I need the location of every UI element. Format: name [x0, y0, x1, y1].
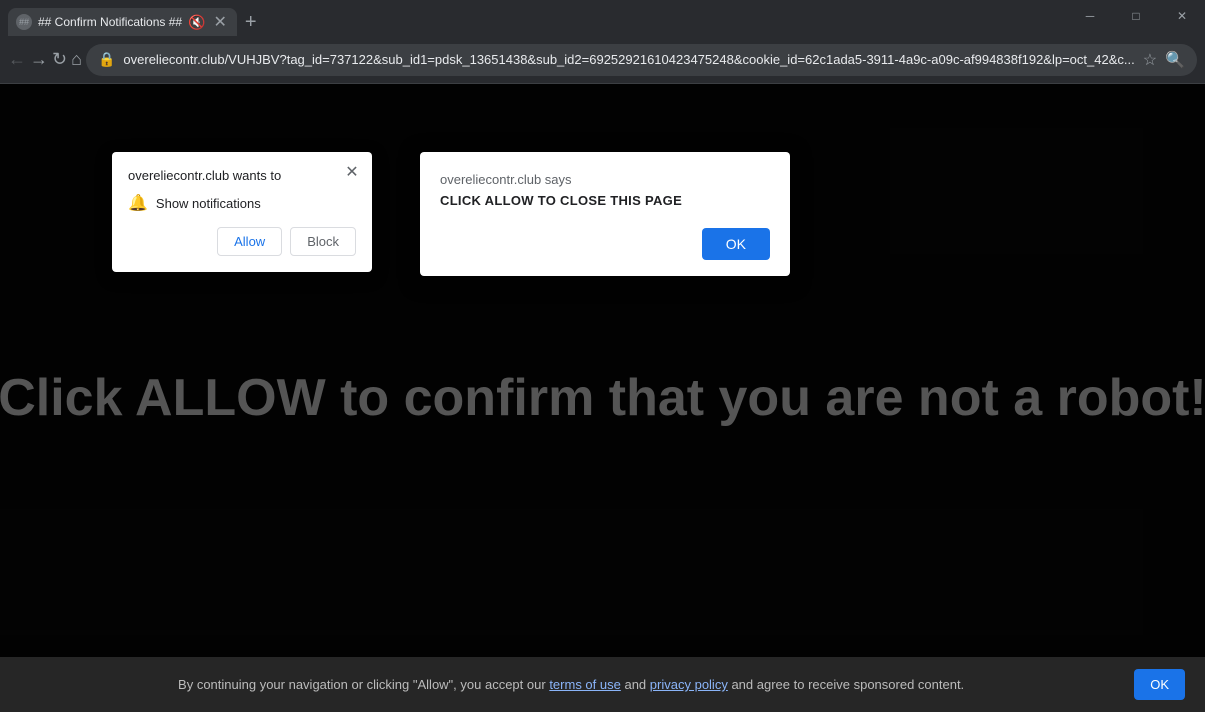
nav-actions: 🧩 👤 ⋮: [1201, 44, 1205, 76]
bookmark-icon[interactable]: ☆: [1143, 50, 1157, 70]
extensions-button[interactable]: 🧩: [1201, 44, 1205, 76]
privacy-link[interactable]: privacy policy: [650, 677, 728, 692]
notif-row: 🔔 Show notifications: [128, 193, 356, 213]
minimize-button[interactable]: ─: [1067, 0, 1113, 32]
footer-text: By continuing your navigation or clickin…: [20, 677, 1122, 692]
notif-close-button[interactable]: ✕: [340, 160, 364, 184]
address-text: overeliecontr.club/VUHJBV?tag_id=737122&…: [123, 52, 1134, 67]
browser-frame: ## ## Confirm Notifications ## 🔇 ✕ + ─ □…: [0, 0, 1205, 712]
notification-permission-popup: ✕ overeliecontr.club wants to 🔔 Show not…: [112, 152, 372, 272]
footer-bar: By continuing your navigation or clickin…: [0, 657, 1205, 712]
footer-ok-button[interactable]: OK: [1134, 669, 1185, 700]
home-button[interactable]: ⌂: [71, 44, 82, 76]
notif-popup-title: overeliecontr.club wants to: [128, 168, 356, 183]
footer-text-after: and agree to receive sponsored content.: [731, 677, 964, 692]
footer-text-before: By continuing your navigation or clickin…: [178, 677, 546, 692]
notif-show-label: Show notifications: [156, 196, 261, 211]
active-tab[interactable]: ## ## Confirm Notifications ## 🔇 ✕: [8, 8, 237, 36]
back-button[interactable]: ←: [8, 44, 26, 76]
alert-message: CLICK ALLOW TO CLOSE THIS PAGE: [440, 193, 770, 208]
alert-buttons: OK: [440, 228, 770, 260]
forward-icon: →: [30, 49, 48, 70]
refresh-button[interactable]: ↻: [52, 44, 67, 76]
address-bar[interactable]: 🔒 overeliecontr.club/VUHJBV?tag_id=73712…: [86, 44, 1197, 76]
forward-button[interactable]: →: [30, 44, 48, 76]
new-tab-button[interactable]: +: [237, 8, 265, 36]
zoom-icon[interactable]: 🔍: [1165, 50, 1185, 70]
close-button[interactable]: ✕: [1159, 0, 1205, 32]
terms-link[interactable]: terms of use: [549, 677, 621, 692]
notif-action-buttons: Allow Block: [128, 227, 356, 256]
page-content: Click ALLOW to confirm that you are not …: [0, 84, 1205, 712]
alert-origin: overeliecontr.club says: [440, 172, 770, 187]
home-icon: ⌂: [71, 49, 82, 70]
window-controls: ─ □ ✕: [1067, 0, 1205, 36]
nav-bar: ← → ↻ ⌂ 🔒 overeliecontr.club/VUHJBV?tag_…: [0, 36, 1205, 84]
alert-dialog: overeliecontr.club says CLICK ALLOW TO C…: [420, 152, 790, 276]
bell-icon: 🔔: [128, 193, 148, 213]
refresh-icon: ↻: [52, 49, 67, 70]
maximize-button[interactable]: □: [1113, 0, 1159, 32]
alert-ok-button[interactable]: OK: [702, 228, 770, 260]
tab-audio-icon[interactable]: 🔇: [188, 14, 205, 31]
footer-text-between: and: [624, 677, 646, 692]
tab-favicon: ##: [16, 14, 32, 30]
lock-icon: 🔒: [98, 51, 115, 68]
tab-bar: ## ## Confirm Notifications ## 🔇 ✕ + ─ □…: [0, 0, 1205, 36]
tab-title: ## Confirm Notifications ##: [38, 15, 182, 29]
back-icon: ←: [8, 49, 26, 70]
tab-close-icon[interactable]: ✕: [212, 10, 229, 34]
allow-button[interactable]: Allow: [217, 227, 282, 256]
block-button[interactable]: Block: [290, 227, 356, 256]
